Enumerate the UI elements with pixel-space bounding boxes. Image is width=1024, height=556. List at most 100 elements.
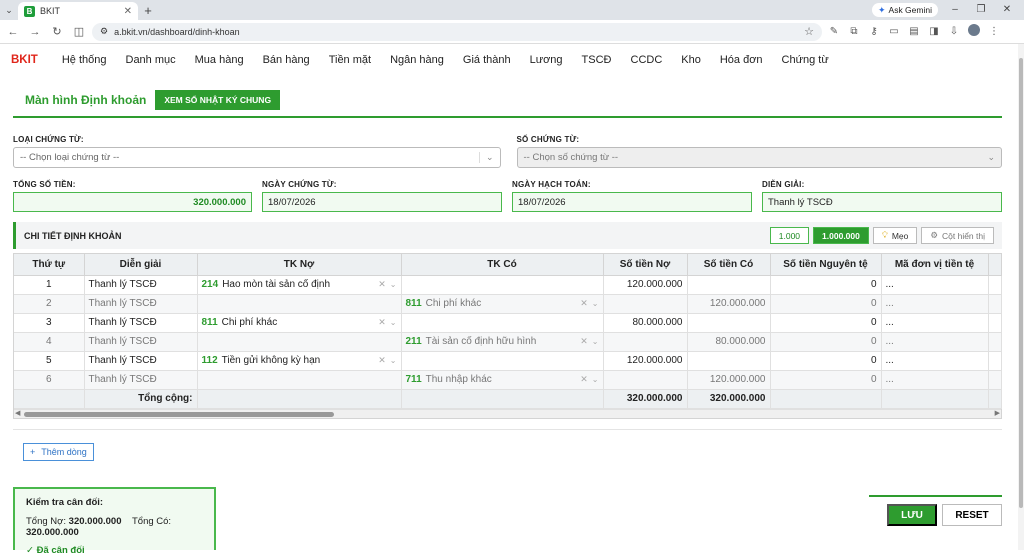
fx-amount[interactable]: 0 xyxy=(770,294,882,314)
table-row[interactable]: 1 Thanh lý TSCĐ 214 Hao mòn tài sản cố định… xyxy=(14,275,1002,295)
credit-account-select[interactable]: 811 Chi phí khác ✕ ⌄ xyxy=(406,298,599,309)
reload-icon[interactable]: ↻ xyxy=(48,25,66,38)
voucher-type-select[interactable]: -- Chọn loại chứng từ -- ⌄ xyxy=(13,147,501,168)
back-icon[interactable]: ← xyxy=(4,26,22,38)
debit-amount[interactable]: 80.000.000 xyxy=(603,313,688,333)
currency-code[interactable]: ... xyxy=(881,294,989,314)
scrollbar-thumb[interactable] xyxy=(24,411,334,417)
chevron-down-icon[interactable]: ⌄ xyxy=(390,356,397,365)
table-row[interactable]: 4 Thanh lý TSCĐ 211 Tài sản cố định hữu hìn… xyxy=(14,332,1002,352)
chevron-down-icon[interactable]: ⌄ xyxy=(592,337,599,346)
debit-account-select[interactable]: 214 Hao mòn tài sản cố định ✕ ⌄ xyxy=(202,279,397,290)
column-header-3[interactable]: TK Có xyxy=(401,254,604,276)
posting-date-field[interactable]: 18/07/2026 xyxy=(512,192,752,212)
clear-icon[interactable]: ✕ xyxy=(378,279,386,290)
password-icon[interactable]: ⚷ xyxy=(866,26,882,37)
brand-logo[interactable]: BKIT xyxy=(11,54,38,66)
nav-item-9[interactable]: CCDC xyxy=(631,54,663,66)
table-row[interactable]: 6 Thanh lý TSCĐ 711 Thu nhập khác ✕ ⌄ 120.000.… xyxy=(14,370,1002,390)
forward-icon[interactable]: → xyxy=(26,26,44,38)
currency-code[interactable]: ... xyxy=(881,332,989,352)
profile-avatar[interactable] xyxy=(966,24,982,39)
browser-tab[interactable]: B BKIT ✕ xyxy=(18,2,138,20)
fx-amount[interactable]: 0 xyxy=(770,351,882,371)
debit-amount[interactable]: 120.000.000 xyxy=(603,275,688,295)
tab-search-chevron-icon[interactable]: ⌄ xyxy=(0,0,18,20)
table-row[interactable]: 2 Thanh lý TSCĐ 811 Chi phí khác ✕ ⌄ 120.000.0… xyxy=(14,294,1002,314)
nav-item-5[interactable]: Ngân hàng xyxy=(390,54,444,66)
table-row[interactable]: 3 Thanh lý TSCĐ 811 Chi phí khác ✕ ⌄ 80.000.00… xyxy=(14,313,1002,333)
site-info-icon[interactable]: ⚙ xyxy=(100,26,108,37)
card-icon[interactable]: ▭ xyxy=(886,26,902,37)
minimize-icon[interactable]: – xyxy=(942,0,968,20)
debit-account-cell[interactable]: 811 Chi phí khác ✕ ⌄ xyxy=(197,313,402,333)
tips-button[interactable]: 💡︎ Mẹo xyxy=(872,227,918,244)
row-description[interactable]: Thanh lý TSCĐ xyxy=(84,275,198,295)
nav-item-1[interactable]: Danh mục xyxy=(126,54,176,66)
nav-item-6[interactable]: Giá thành xyxy=(463,54,511,66)
credit-amount[interactable] xyxy=(687,275,771,295)
view-journal-button[interactable]: XEM SỔ NHẬT KÝ CHUNG xyxy=(155,89,281,110)
add-row-button[interactable]: + Thêm dòng xyxy=(23,443,94,461)
table-row[interactable]: 5 Thanh lý TSCĐ 112 Tiền gửi không kỳ hạn ✕ ⌄… xyxy=(14,351,1002,371)
clear-icon[interactable]: ✕ xyxy=(378,317,386,328)
nav-item-2[interactable]: Mua hàng xyxy=(195,54,244,66)
column-header-7[interactable]: Mã đơn vị tiền tệ xyxy=(881,254,989,276)
chevron-down-icon[interactable]: ⌄ xyxy=(592,375,599,384)
column-header-6[interactable]: Số tiền Nguyên tệ xyxy=(770,254,882,276)
save-button[interactable]: LƯU xyxy=(887,504,937,526)
debit-account-cell[interactable]: 112 Tiền gửi không kỳ hạn ✕ ⌄ xyxy=(197,351,402,371)
credit-account-cell[interactable] xyxy=(401,275,604,295)
voucher-no-select[interactable]: -- Chọn số chứng từ -- ⌄ xyxy=(516,147,1002,168)
nav-item-4[interactable]: Tiền mặt xyxy=(329,54,371,66)
debit-amount[interactable] xyxy=(603,370,688,390)
scroll-left-icon[interactable]: ◀ xyxy=(15,409,20,417)
clear-icon[interactable]: ✕ xyxy=(580,298,588,309)
horizontal-scrollbar[interactable]: ◀ ▶ xyxy=(14,408,1001,418)
row-description[interactable]: Thanh lý TSCĐ xyxy=(84,351,198,371)
credit-account-cell[interactable]: 211 Tài sản cố định hữu hình ✕ ⌄ xyxy=(401,332,604,352)
reset-button[interactable]: RESET xyxy=(942,504,1002,526)
currency-code[interactable]: ... xyxy=(881,313,989,333)
debit-account-cell[interactable] xyxy=(197,332,402,352)
currency-code[interactable]: ... xyxy=(881,370,989,390)
menu-kebab-icon[interactable]: ⋮ xyxy=(986,26,1002,37)
restore-icon[interactable]: ❐ xyxy=(968,0,994,20)
clear-icon[interactable]: ✕ xyxy=(378,355,386,366)
split-view-icon[interactable]: ◫ xyxy=(70,25,88,38)
chevron-down-icon[interactable]: ⌄ xyxy=(592,299,599,308)
download-icon[interactable]: ⇩ xyxy=(946,26,962,37)
fx-amount[interactable]: 0 xyxy=(770,332,882,352)
credit-amount[interactable] xyxy=(687,313,771,333)
unit-1000000-button[interactable]: 1.000.000 xyxy=(813,227,869,244)
fx-amount[interactable]: 0 xyxy=(770,370,882,390)
ask-gemini-button[interactable]: ✦ Ask Gemini xyxy=(871,3,938,17)
debit-account-select[interactable]: 112 Tiền gửi không kỳ hạn ✕ ⌄ xyxy=(202,355,397,366)
column-header-0[interactable]: Thứ tự xyxy=(14,254,85,276)
column-header-1[interactable]: Diễn giải xyxy=(84,254,198,276)
credit-account-cell[interactable] xyxy=(401,313,604,333)
column-header-5[interactable]: Số tiền Có xyxy=(687,254,771,276)
credit-amount[interactable]: 80.000.000 xyxy=(687,332,771,352)
nav-item-11[interactable]: Hóa đơn xyxy=(720,54,763,66)
debit-amount[interactable]: 120.000.000 xyxy=(603,351,688,371)
nav-item-12[interactable]: Chứng từ xyxy=(782,54,829,66)
credit-account-select[interactable]: 711 Thu nhập khác ✕ ⌄ xyxy=(406,374,599,385)
chevron-down-icon[interactable]: ⌄ xyxy=(390,280,397,289)
credit-amount[interactable] xyxy=(687,351,771,371)
nav-item-0[interactable]: Hệ thống xyxy=(62,54,107,66)
column-header-4[interactable]: Số tiền Nợ xyxy=(603,254,688,276)
row-description[interactable]: Thanh lý TSCĐ xyxy=(84,370,198,390)
reading-list-icon[interactable]: ▤ xyxy=(906,26,922,37)
nav-item-3[interactable]: Bán hàng xyxy=(263,54,310,66)
clear-icon[interactable]: ✕ xyxy=(580,374,588,385)
currency-code[interactable]: ... xyxy=(881,351,989,371)
extensions-icon[interactable]: ⧉ xyxy=(846,26,862,37)
debit-account-cell[interactable] xyxy=(197,370,402,390)
description-field[interactable]: Thanh lý TSCĐ xyxy=(762,192,1002,212)
page-scrollbar-thumb[interactable] xyxy=(1019,58,1023,508)
column-header-2[interactable]: TK Nợ xyxy=(197,254,402,276)
unit-1000-button[interactable]: 1.000 xyxy=(769,227,810,244)
row-description[interactable]: Thanh lý TSCĐ xyxy=(84,294,198,314)
nav-item-10[interactable]: Kho xyxy=(681,54,701,66)
